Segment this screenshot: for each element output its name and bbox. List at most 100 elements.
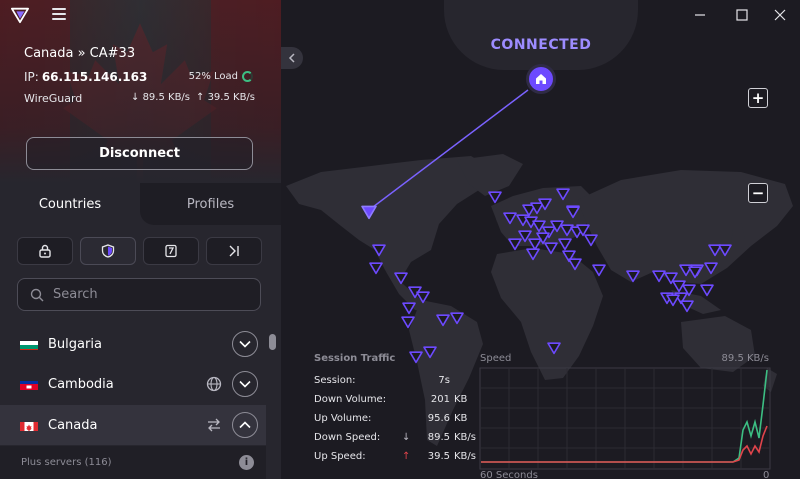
maximize-button[interactable] <box>722 0 762 30</box>
plus-servers-header: Plus servers (116) i <box>0 446 266 479</box>
server-pin[interactable] <box>652 270 666 283</box>
stat-unit: KB/s <box>454 432 476 443</box>
map-panel: CONNECTED + − Session Traffic Session: 7… <box>281 0 800 479</box>
country-row-cambodia[interactable]: Cambodia <box>0 364 266 404</box>
country-name: Bulgaria <box>48 336 102 352</box>
speed-graph-canvas <box>479 367 771 470</box>
server-pin[interactable] <box>369 262 383 275</box>
server-pin[interactable] <box>558 238 572 251</box>
filter-netshield[interactable] <box>80 237 136 265</box>
stat-up-speed: Up Speed: ↑ 39.5 KB/s <box>314 451 476 465</box>
server-pin[interactable] <box>402 302 416 315</box>
down-arrow-icon: ↓ <box>402 432 411 443</box>
up-speed-value: 39.5 KB/s <box>207 92 256 103</box>
filter-p2p[interactable] <box>143 237 199 265</box>
stat-label: Session: <box>314 375 356 386</box>
down-speed-value: 89.5 KB/s <box>142 92 191 103</box>
zoom-out-button[interactable]: − <box>748 183 768 203</box>
disconnect-button[interactable]: Disconnect <box>26 137 253 170</box>
up-speed: ↑ 39.5 KB/s <box>196 92 255 103</box>
minimize-button[interactable] <box>680 0 720 30</box>
maximize-icon <box>736 9 748 21</box>
close-button[interactable] <box>760 0 800 30</box>
graph-x-right: 0 <box>763 470 770 479</box>
chevron-up-icon <box>239 421 251 429</box>
stat-unit: KB <box>454 413 468 424</box>
sidebar-tabs: Countries Profiles <box>0 183 281 225</box>
menu-icon[interactable] <box>52 8 66 20</box>
flag-canada-icon <box>20 419 38 431</box>
home-icon <box>536 74 546 84</box>
country-name: Canada <box>48 417 98 433</box>
home-location-pin[interactable] <box>526 64 556 94</box>
stat-up-volume: Up Volume: 95.6 KB <box>314 413 474 427</box>
sidebar-titlebar <box>0 0 281 30</box>
info-icon[interactable]: i <box>239 455 254 470</box>
tab-profiles[interactable]: Profiles <box>140 183 281 225</box>
country-row-canada[interactable]: Canada <box>0 405 266 445</box>
protonvpn-logo-icon[interactable] <box>11 6 29 24</box>
stat-label: Down Volume: <box>314 394 387 405</box>
upload-speed-line <box>481 425 768 463</box>
ip-address: 66.115.146.163 <box>41 70 148 84</box>
session-traffic-title: Session Traffic <box>314 353 396 364</box>
stat-unit: KB/s <box>454 451 476 462</box>
chevron-down-icon <box>239 340 251 348</box>
country-name: Cambodia <box>48 376 114 392</box>
zoom-in-button[interactable]: + <box>748 88 768 108</box>
speed-graph: Speed 89.5 KB/s 60 Seconds 0 <box>477 350 773 479</box>
ip-label: IP: <box>24 70 39 84</box>
stat-value: 89.5 <box>427 432 450 443</box>
down-speed: ↓ 89.5 KB/s <box>131 92 190 103</box>
plus-servers-label: Plus servers (116) <box>21 457 112 468</box>
load-text: 52% Load <box>188 71 238 82</box>
server-pin[interactable] <box>700 284 714 297</box>
feature-filters <box>17 237 262 265</box>
stat-down-volume: Down Volume: 201 KB <box>314 394 474 408</box>
server-pin[interactable] <box>488 191 502 204</box>
globe-icon <box>206 376 222 392</box>
shield-icon <box>101 244 115 258</box>
graph-grid <box>480 368 770 469</box>
filter-tor[interactable] <box>206 237 262 265</box>
server-name: Canada » CA#33 <box>24 46 136 61</box>
stat-label: Up Speed: <box>314 451 366 462</box>
up-arrow-icon: ↑ <box>196 92 208 103</box>
tab-countries[interactable]: Countries <box>0 183 140 225</box>
country-row-bulgaria[interactable]: Bulgaria <box>0 324 266 364</box>
protocol-label: WireGuard <box>24 92 83 105</box>
search-input[interactable] <box>53 287 233 302</box>
list-scrollbar[interactable] <box>266 324 281 479</box>
p2p-arrows-icon <box>208 418 220 432</box>
stat-value: 7s <box>438 375 450 386</box>
close-icon <box>774 9 786 21</box>
lock-icon <box>39 244 51 258</box>
up-arrow-icon: ↑ <box>402 451 411 462</box>
p2p-icon <box>165 244 177 258</box>
stat-label: Down Speed: <box>314 432 381 443</box>
server-pin[interactable] <box>592 264 606 277</box>
minimize-icon <box>695 14 705 16</box>
stat-down-speed: Down Speed: ↓ 89.5 KB/s <box>314 432 476 446</box>
connection-status: CONNECTED <box>490 37 592 53</box>
stat-value: 39.5 <box>427 451 450 462</box>
flag-bulgaria-icon <box>20 338 38 350</box>
stat-unit: KB <box>454 394 468 405</box>
tor-icon <box>229 245 239 257</box>
down-arrow-icon: ↓ <box>131 92 143 103</box>
collapse-button[interactable] <box>232 412 258 438</box>
search-box[interactable] <box>17 278 261 311</box>
filter-secure-core[interactable] <box>17 237 73 265</box>
scrollbar-thumb[interactable] <box>269 334 276 350</box>
flag-cambodia-icon <box>20 378 38 390</box>
load-ring-icon <box>242 71 253 82</box>
sidebar: Canada » CA#33 IP: 66.115.146.163 52% Loa… <box>0 0 281 479</box>
chevron-left-icon <box>288 53 295 63</box>
ip-row: IP: 66.115.146.163 <box>24 70 147 84</box>
server-load: 52% Load <box>189 71 253 82</box>
stat-value: 201 <box>430 394 450 405</box>
expand-button[interactable] <box>232 331 258 357</box>
collapse-sidebar-button[interactable] <box>281 47 303 69</box>
stat-value: 95.6 <box>427 413 450 424</box>
expand-button[interactable] <box>232 371 258 397</box>
